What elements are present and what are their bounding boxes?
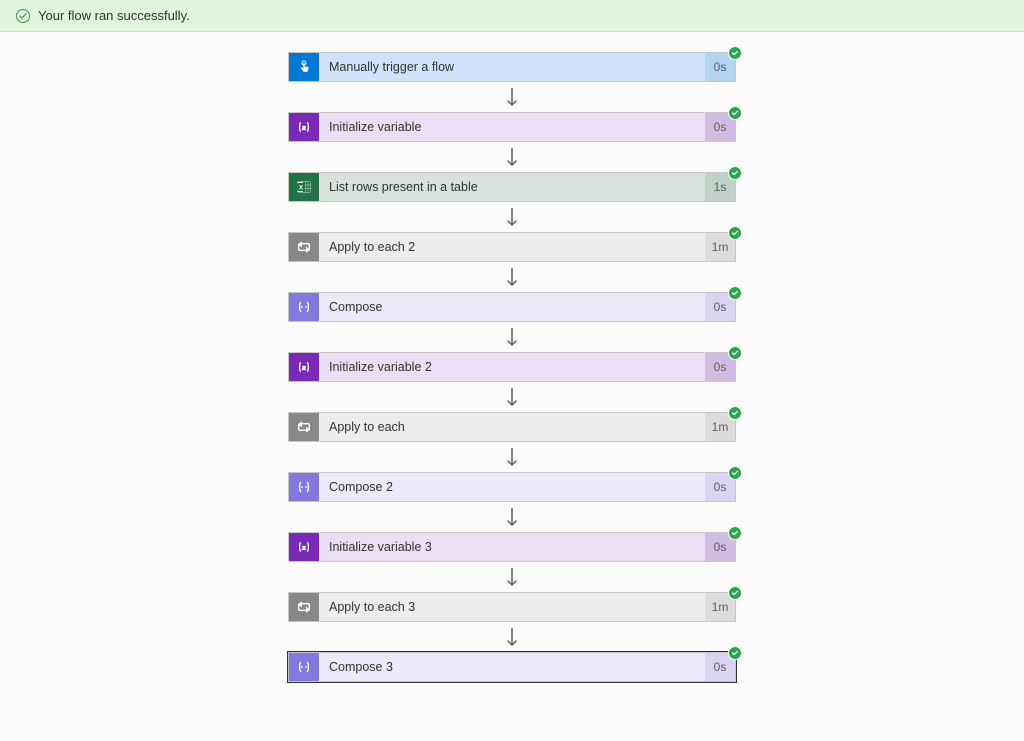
arrow-down-icon [504,322,520,352]
arrow-down-icon [504,442,520,472]
success-badge-icon [728,586,742,600]
touch-icon [289,53,319,81]
arrow-down-icon [504,142,520,172]
flow-step[interactable]: xInitialize variable 30s [288,532,736,562]
step-label: Compose [319,293,705,321]
svg-text:x: x [302,545,306,552]
flow-step[interactable]: Compose 30s [288,652,736,682]
variable-icon: x [289,533,319,561]
step-label: Initialize variable 2 [319,353,705,381]
arrow-down-icon [504,622,520,652]
success-badge-icon [728,226,742,240]
loop-icon [289,233,319,261]
flow-step[interactable]: Compose 20s [288,472,736,502]
compose-icon [289,653,319,681]
variable-icon: x [289,113,319,141]
flow-step[interactable]: Compose0s [288,292,736,322]
flow-step[interactable]: Apply to each 31m [288,592,736,622]
success-badge-icon [728,106,742,120]
excel-icon: X [289,173,319,201]
variable-icon: x [289,353,319,381]
step-label: Apply to each 2 [319,233,705,261]
success-badge-icon [728,466,742,480]
flow-canvas: Manually trigger a flow0s x Initialize var… [0,32,1024,682]
step-label: Initialize variable 3 [319,533,705,561]
compose-icon [289,293,319,321]
svg-text:x: x [302,365,306,372]
success-badge-icon [728,46,742,60]
svg-text:X: X [299,186,303,192]
success-badge-icon [728,346,742,360]
flow-step[interactable]: Apply to each1m [288,412,736,442]
loop-icon [289,413,319,441]
arrow-down-icon [504,562,520,592]
success-banner: Your flow ran successfully. [0,0,1024,32]
step-label: Compose 3 [319,653,705,681]
arrow-down-icon [504,82,520,112]
arrow-down-icon [504,502,520,532]
flow-step[interactable]: Apply to each 21m [288,232,736,262]
success-badge-icon [728,646,742,660]
arrow-down-icon [504,382,520,412]
success-badge-icon [728,526,742,540]
success-badge-icon [728,406,742,420]
arrow-down-icon [504,202,520,232]
step-label: Initialize variable [319,113,705,141]
flow-step[interactable]: Manually trigger a flow0s [288,52,736,82]
flow-step[interactable]: XList rows present in a table1s [288,172,736,202]
success-message: Your flow ran successfully. [38,8,190,23]
success-badge-icon [728,286,742,300]
step-label: Apply to each [319,413,705,441]
success-check-icon [16,9,30,23]
arrow-down-icon [504,262,520,292]
step-label: Manually trigger a flow [319,53,705,81]
success-badge-icon [728,166,742,180]
compose-icon [289,473,319,501]
step-label: Compose 2 [319,473,705,501]
flow-step[interactable]: xInitialize variable0s [288,112,736,142]
svg-text:x: x [302,125,306,132]
flow-step[interactable]: xInitialize variable 20s [288,352,736,382]
step-label: Apply to each 3 [319,593,705,621]
step-label: List rows present in a table [319,173,705,201]
loop-icon [289,593,319,621]
